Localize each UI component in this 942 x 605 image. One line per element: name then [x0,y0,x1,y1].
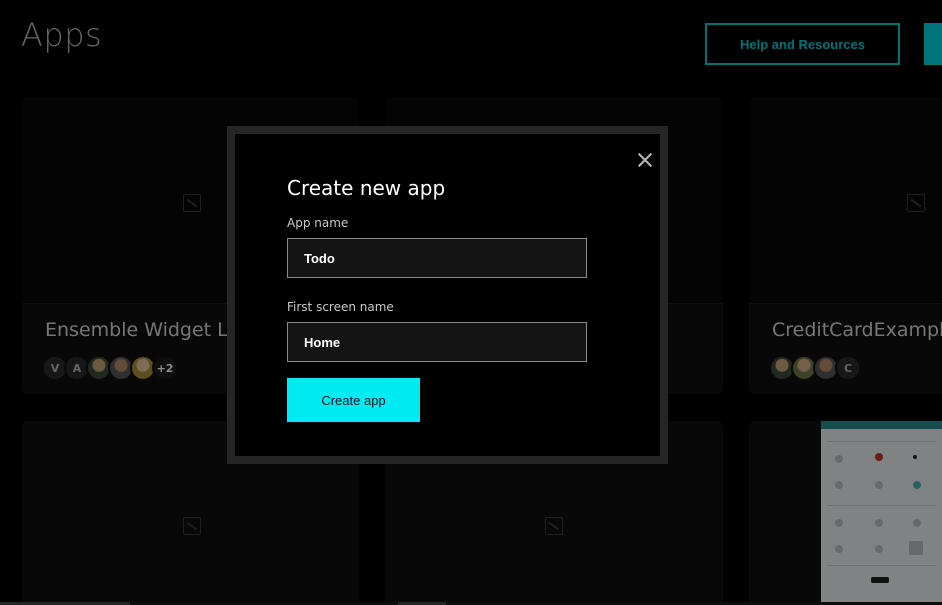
app-name-label: App name [287,216,349,230]
app-name-field[interactable] [287,238,587,278]
create-app-dialog: Create new app App name First screen nam… [227,126,668,464]
screen-name-label: First screen name [287,300,394,314]
dialog-title: Create new app [287,176,446,200]
create-app-button[interactable]: Create app [287,378,420,422]
close-icon[interactable] [637,152,653,168]
screen-name-field[interactable] [287,322,587,362]
